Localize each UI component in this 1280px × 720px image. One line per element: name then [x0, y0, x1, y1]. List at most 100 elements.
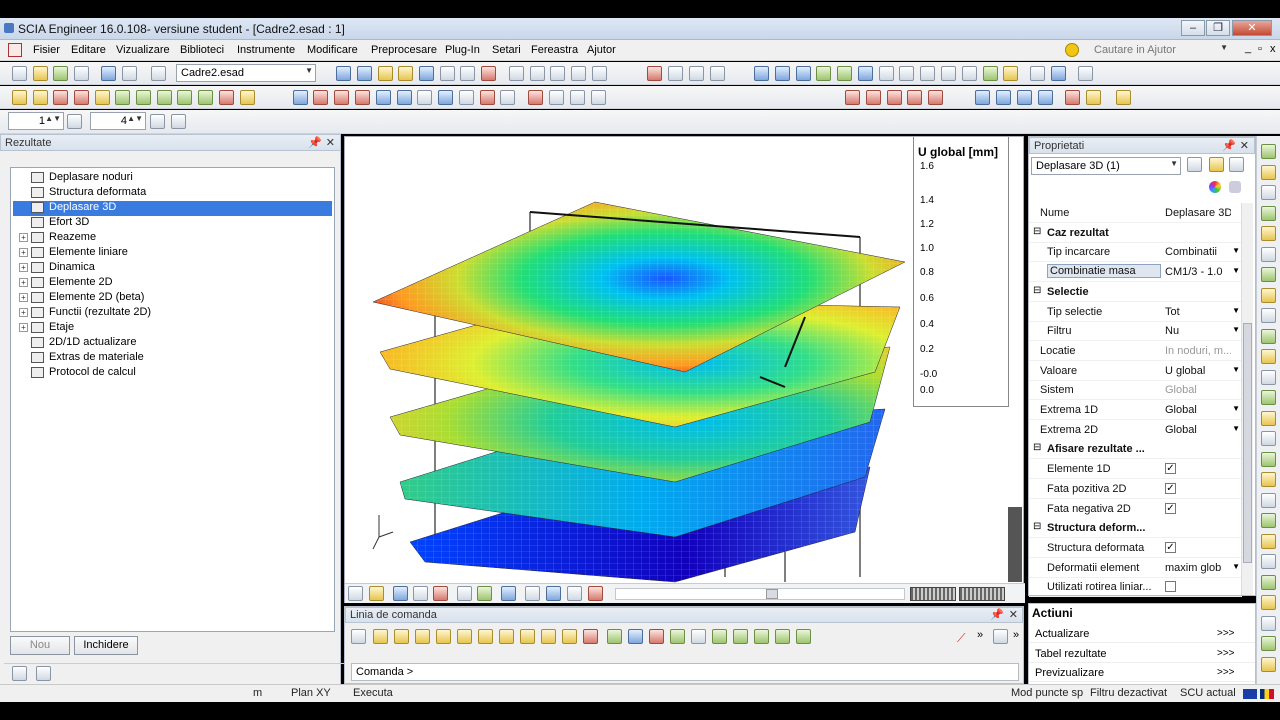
tree-item[interactable]: + Elemente liniare — [19, 246, 128, 261]
view-mode-2-icon[interactable] — [369, 586, 384, 601]
pan-2-icon[interactable] — [837, 66, 852, 81]
property-row[interactable]: Fata negativa 2D ✓ — [1029, 499, 1242, 519]
design-icon[interactable] — [219, 90, 234, 105]
side-tool-icon[interactable] — [1261, 533, 1276, 549]
mx-icon[interactable] — [436, 629, 451, 644]
render-icon[interactable] — [983, 66, 998, 81]
result-3-icon[interactable] — [198, 90, 213, 105]
color-wheel-icon[interactable] — [1209, 181, 1221, 193]
cursor-icon[interactable] — [710, 66, 725, 81]
property-row[interactable]: Deformatii element maxim glob ▼ — [1029, 558, 1242, 578]
side-tool-icon[interactable] — [1261, 656, 1276, 672]
menu-biblioteci[interactable]: Biblioteci — [180, 44, 224, 56]
table-icon[interactable] — [460, 66, 475, 81]
properties-scroll-thumb[interactable] — [1243, 323, 1252, 563]
tree-item[interactable]: Extras de materiale — [19, 351, 144, 366]
status-plane[interactable]: Plan XY — [291, 687, 331, 699]
undo-icon[interactable] — [101, 66, 116, 81]
tree-item[interactable]: + Elemente 2D — [19, 276, 113, 291]
close-button[interactable]: ✕ — [1232, 20, 1272, 36]
property-row[interactable]: Extrema 1D Global ▼ — [1029, 400, 1242, 420]
pan-icon[interactable] — [816, 66, 831, 81]
side-tool-icon[interactable] — [1261, 472, 1276, 487]
property-checkbox[interactable]: ✓ — [1165, 463, 1176, 475]
property-row[interactable]: Valoare U global ▼ — [1029, 361, 1242, 381]
property-checkbox[interactable]: ✓ — [1165, 502, 1176, 514]
settings-icon[interactable] — [1051, 66, 1066, 81]
status-filter[interactable]: Filtru dezactivat — [1090, 687, 1167, 699]
ux-icon[interactable] — [499, 629, 514, 644]
menu-setari[interactable]: Setari — [492, 44, 521, 56]
side-tool-icon[interactable] — [1261, 164, 1276, 180]
collapse-icon[interactable]: ⊟ — [1033, 226, 1041, 237]
rotate-load-2-icon[interactable] — [670, 629, 685, 644]
close-icon[interactable]: ✕ — [1240, 139, 1249, 152]
viewport-3d[interactable]: U global [mm] 1.6 1.4 1.2 1.0 0.8 0.6 0.4 0.2 -0… — [344, 136, 1025, 603]
expand-icon[interactable]: + — [19, 262, 28, 272]
rotate-2-icon[interactable] — [775, 66, 790, 81]
close-icon[interactable]: ✕ — [1009, 608, 1018, 621]
arrow-load-icon[interactable] — [583, 629, 598, 644]
dimension-icon[interactable] — [376, 90, 391, 105]
move-icon[interactable] — [607, 629, 622, 644]
chevron-down-icon[interactable]: ▼ — [1232, 325, 1240, 334]
side-tool-icon[interactable] — [1261, 349, 1276, 364]
mdi-close-button[interactable]: x — [1270, 43, 1276, 55]
side-tool-icon[interactable] — [1261, 595, 1276, 610]
side-tool-icon[interactable] — [1261, 410, 1276, 426]
property-row[interactable]: Combinatie masa CM1/3 - 1.0 ▼ — [1029, 262, 1242, 283]
rotate-slider[interactable] — [959, 587, 1005, 601]
axes-icon[interactable] — [858, 66, 873, 81]
property-checkbox[interactable] — [1165, 581, 1176, 593]
dimension-2-icon[interactable] — [397, 90, 412, 105]
tools-2-icon[interactable] — [591, 90, 606, 105]
grid-snap-icon[interactable] — [993, 629, 1008, 644]
polyline-icon[interactable] — [866, 90, 881, 105]
member-2-icon[interactable] — [33, 90, 48, 105]
pointer-icon[interactable] — [351, 629, 366, 644]
uy-icon[interactable] — [520, 629, 535, 644]
node-load-icon[interactable] — [373, 629, 388, 644]
maximize-button[interactable]: ❐ — [1206, 20, 1230, 36]
section-4-icon[interactable] — [588, 586, 603, 601]
close-icon[interactable]: ✕ — [326, 136, 335, 149]
property-checkbox[interactable]: ✓ — [1165, 482, 1176, 494]
eraser-icon[interactable] — [1229, 181, 1241, 193]
more-2-icon[interactable]: » — [1013, 629, 1019, 641]
menu-editare[interactable]: Editare — [71, 44, 106, 56]
tree-item[interactable]: + Dinamica — [19, 261, 95, 276]
filter-properties-icon[interactable] — [1187, 157, 1202, 172]
chevron-down-icon[interactable]: ▼ — [1232, 306, 1240, 315]
tree-item[interactable]: + Reazeme — [19, 231, 96, 246]
tree-item[interactable]: Structura deformata — [19, 186, 146, 201]
support-view-icon[interactable] — [393, 586, 408, 601]
document-icon[interactable] — [8, 43, 22, 57]
side-tool-icon[interactable] — [1261, 451, 1276, 467]
menu-instrumente[interactable]: Instrumente — [237, 44, 295, 56]
status-ucs[interactable]: SCU actual — [1180, 687, 1236, 699]
view-2-icon[interactable] — [357, 66, 372, 81]
help-search-input[interactable]: Cautare in Ajutor ▼ — [1090, 42, 1230, 60]
window-icon[interactable] — [975, 90, 990, 105]
menu-plug-in[interactable]: Plug-In — [445, 44, 480, 56]
filter-icon[interactable] — [689, 66, 704, 81]
layers-icon[interactable] — [378, 66, 393, 81]
menu-fereastra[interactable]: Fereastra — [531, 44, 578, 56]
zoom-slider[interactable] — [910, 587, 956, 601]
property-row[interactable]: Extrema 2D Global ▼ — [1029, 420, 1242, 440]
tree-item[interactable]: Efort 3D — [19, 216, 89, 231]
hinge-icon[interactable] — [74, 90, 89, 105]
property-row[interactable]: Locatie In noduri, m... — [1029, 341, 1242, 361]
dimension-3-icon[interactable] — [417, 90, 432, 105]
action-arrow[interactable]: >>> — [1217, 628, 1235, 639]
menu-preprocesare[interactable]: Preprocesare — [371, 44, 437, 56]
my-icon[interactable] — [457, 629, 472, 644]
tree-item[interactable]: Deplasare noduri — [19, 171, 133, 186]
move-up-icon[interactable] — [628, 629, 643, 644]
action-item[interactable]: Actualizare >>> — [1029, 624, 1255, 643]
my-2-icon[interactable] — [775, 629, 790, 644]
arc-icon[interactable] — [928, 90, 943, 105]
chevron-down-icon[interactable]: ▼ — [1232, 365, 1240, 374]
smiley-icon[interactable] — [1065, 43, 1079, 57]
node-icon[interactable] — [293, 90, 308, 105]
